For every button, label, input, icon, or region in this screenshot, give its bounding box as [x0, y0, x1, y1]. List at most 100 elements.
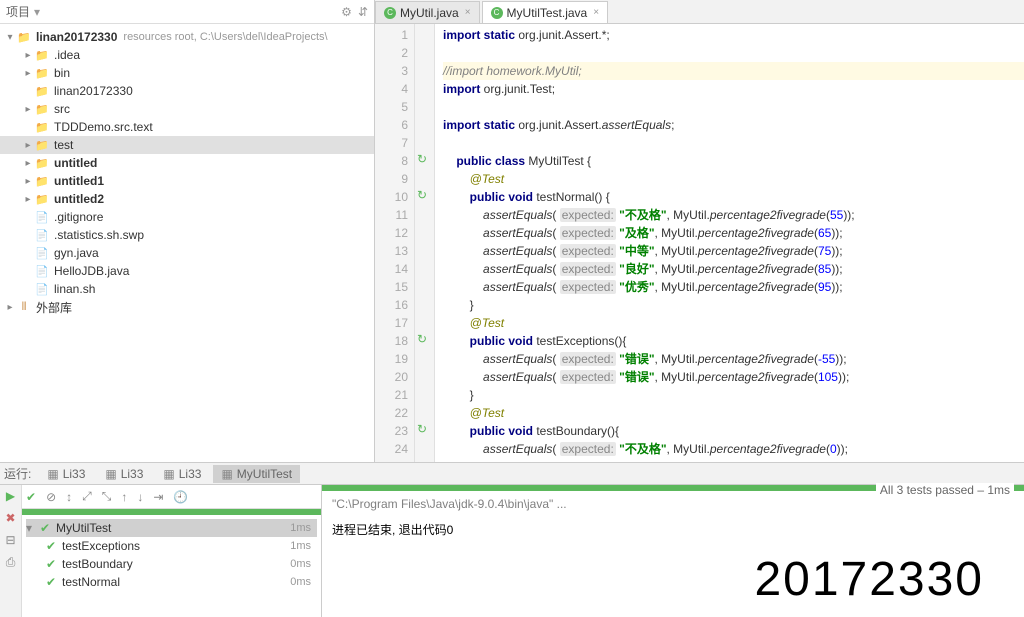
run-mark-icon[interactable]: ↻	[417, 188, 427, 202]
run-mark-icon[interactable]: ↻	[417, 332, 427, 346]
class-icon: C	[384, 7, 396, 19]
filter-icon[interactable]: ⊘	[46, 490, 56, 504]
editor-tab[interactable]: CMyUtilTest.java×	[482, 1, 609, 23]
test-toolbar[interactable]: ✔ ⊘ ↕ ⤢ ⤡ ↑ ↓ ⇥ 🕘	[22, 485, 321, 509]
expand-icon[interactable]: ⤢	[82, 489, 92, 504]
pin-icon[interactable]: ⊟	[5, 533, 15, 547]
run-mark-icon[interactable]: ↻	[417, 152, 427, 166]
run-tab[interactable]: ▦ Li33	[39, 465, 93, 483]
gear-icon[interactable]: ⚙	[341, 5, 352, 19]
run-tab[interactable]: ▦ MyUtilTest	[213, 465, 300, 483]
run-tab-label: MyUtilTest	[237, 467, 292, 481]
test-results: ✔ ⊘ ↕ ⤢ ⤡ ↑ ↓ ⇥ 🕘 ▾✔MyUtilTest1ms✔testEx…	[22, 485, 322, 617]
ok-icon[interactable]: ✔	[26, 490, 36, 504]
editor-tabs[interactable]: C MyUtil.java ×C MyUtilTest.java ×	[375, 0, 1024, 24]
run-sidebar: ▶ ✖ ⊟ ⎙	[0, 485, 22, 617]
tree-item[interactable]: 📁 linan20172330	[0, 82, 374, 100]
collapse-icon[interactable]: ⤡	[102, 489, 112, 504]
tree-item[interactable]: ▸📁untitled1	[0, 172, 374, 190]
folder-icon: 📁	[34, 173, 50, 189]
run-tab-icon: ▦	[105, 467, 116, 481]
tree-item[interactable]: ▸📁test	[0, 136, 374, 154]
tree-item[interactable]: ▸📁bin	[0, 64, 374, 82]
tree-root-label: linan20172330	[36, 30, 117, 44]
folder-icon: 📁	[34, 83, 50, 99]
code-editor[interactable]: 123456789101112131415161718192021222324 …	[375, 24, 1024, 462]
tree-item-label: HelloJDB.java	[54, 264, 129, 278]
tree-item[interactable]: 📄gyn.java	[0, 244, 374, 262]
folder-icon: 📁	[34, 101, 50, 117]
sort-icon[interactable]: ↕	[66, 490, 72, 504]
project-header[interactable]: 项目 ▾ ⚙ ⇵	[0, 0, 374, 24]
tab-label: MyUtilTest.java	[507, 6, 588, 20]
console-exit: 进程已结束, 退出代码0	[332, 521, 1014, 538]
tree-item-label: .idea	[54, 48, 80, 62]
tree-item-label: untitled2	[54, 192, 104, 206]
run-panel: 运行: ▦ Li33 ▦ Li33 ▦ Li33 ▦ MyUtilTest ▶ ✖ ⊟ ⎙ ✔…	[0, 463, 1024, 617]
project-tree[interactable]: ▾ 📁 linan20172330 resources root, C:\Use…	[0, 24, 374, 462]
editor-tab[interactable]: C MyUtil.java ×	[375, 1, 480, 23]
tree-item-label: .gitignore	[54, 210, 103, 224]
play-icon[interactable]: ▶	[6, 489, 15, 503]
tree-item[interactable]: 📄linan.sh	[0, 280, 374, 298]
tree-item[interactable]: 📄HelloJDB.java	[0, 262, 374, 280]
tree-item[interactable]: 📄.statistics.sh.swp	[0, 226, 374, 244]
tree-item[interactable]: ▸📁untitled	[0, 154, 374, 172]
close-icon[interactable]: ×	[465, 7, 471, 18]
folder-icon: 📁	[34, 47, 50, 63]
gutter-marks: ↻ ↻ ↻ ↻	[415, 24, 435, 462]
test-label: testBoundary	[62, 557, 133, 571]
tree-item-label: untitled1	[54, 174, 104, 188]
tree-root-hint: resources root, C:\Users\del\IdeaProject…	[123, 31, 327, 43]
console[interactable]: All 3 tests passed – 1ms "C:\Program Fil…	[322, 485, 1024, 617]
collapse-icon[interactable]: ⇵	[358, 5, 368, 19]
run-tab-icon: ▦	[221, 467, 232, 481]
run-tab[interactable]: ▦ Li33	[97, 465, 151, 483]
project-label: 项目	[6, 3, 30, 20]
next-icon[interactable]: ↓	[137, 490, 143, 504]
code-area[interactable]: import static org.junit.Assert.*; //impo…	[435, 24, 1024, 462]
tree-item[interactable]: ▸📁.idea	[0, 46, 374, 64]
run-tab-label: Li33	[121, 467, 144, 481]
check-icon: ✔	[38, 521, 52, 535]
run-tab-label: Li33	[179, 467, 202, 481]
tab-label: MyUtil.java	[400, 6, 459, 20]
close-icon[interactable]: ×	[593, 7, 599, 18]
tree-root[interactable]: ▾ 📁 linan20172330 resources root, C:\Use…	[0, 28, 374, 46]
check-icon: ✔	[44, 557, 58, 571]
stop-icon[interactable]: ✖	[5, 511, 15, 525]
run-tab[interactable]: ▦Li33	[155, 465, 209, 483]
tree-external[interactable]: ▸ ⫴ 外部库	[0, 298, 374, 316]
run-label: 运行:	[4, 465, 31, 482]
test-row[interactable]: ▾✔MyUtilTest1ms	[26, 519, 317, 537]
test-label: MyUtilTest	[56, 521, 111, 535]
tree-item-label: linan.sh	[54, 282, 95, 296]
tree-item-label: untitled	[54, 156, 97, 170]
tree-item-label: TDDDemo.src.text	[54, 120, 153, 134]
test-row[interactable]: ✔testNormal0ms	[26, 573, 317, 591]
tree-ext-label: 外部库	[36, 299, 72, 316]
prev-icon[interactable]: ↑	[121, 490, 127, 504]
test-row[interactable]: ✔testExceptions1ms	[26, 537, 317, 555]
tree-item[interactable]: ▸📁untitled2	[0, 190, 374, 208]
history-icon[interactable]: 🕘	[173, 490, 188, 504]
watermark: 20172330	[754, 552, 984, 607]
run-tab-icon: ▦	[47, 467, 58, 481]
test-row[interactable]: ✔testBoundary0ms	[26, 555, 317, 573]
editor-panel: C MyUtil.java ×C MyUtilTest.java × 123456789…	[375, 0, 1024, 462]
tree-item[interactable]: ▸📁src	[0, 100, 374, 118]
run-mark-icon[interactable]: ↻	[417, 422, 427, 436]
run-tab-label: Li33	[63, 467, 86, 481]
tree-item[interactable]: 📁TDDDemo.src.text	[0, 118, 374, 136]
test-time: 1ms	[290, 522, 317, 534]
tree-item-label: .statistics.sh.swp	[54, 228, 144, 242]
tree-item-label: linan20172330	[54, 84, 133, 98]
test-label: testNormal	[62, 575, 120, 589]
project-panel: 项目 ▾ ⚙ ⇵ ▾ 📁 linan20172330 resources roo…	[0, 0, 375, 462]
dump-icon[interactable]: ⎙	[6, 555, 16, 570]
run-tabs[interactable]: 运行: ▦ Li33 ▦ Li33 ▦ Li33 ▦ MyUtilTest	[0, 463, 1024, 485]
file-icon: 📄	[34, 209, 50, 225]
export-icon[interactable]: ⇥	[153, 490, 163, 504]
test-tree[interactable]: ▾✔MyUtilTest1ms✔testExceptions1ms✔testBo…	[22, 515, 321, 617]
tree-item[interactable]: 📄 .gitignore	[0, 208, 374, 226]
